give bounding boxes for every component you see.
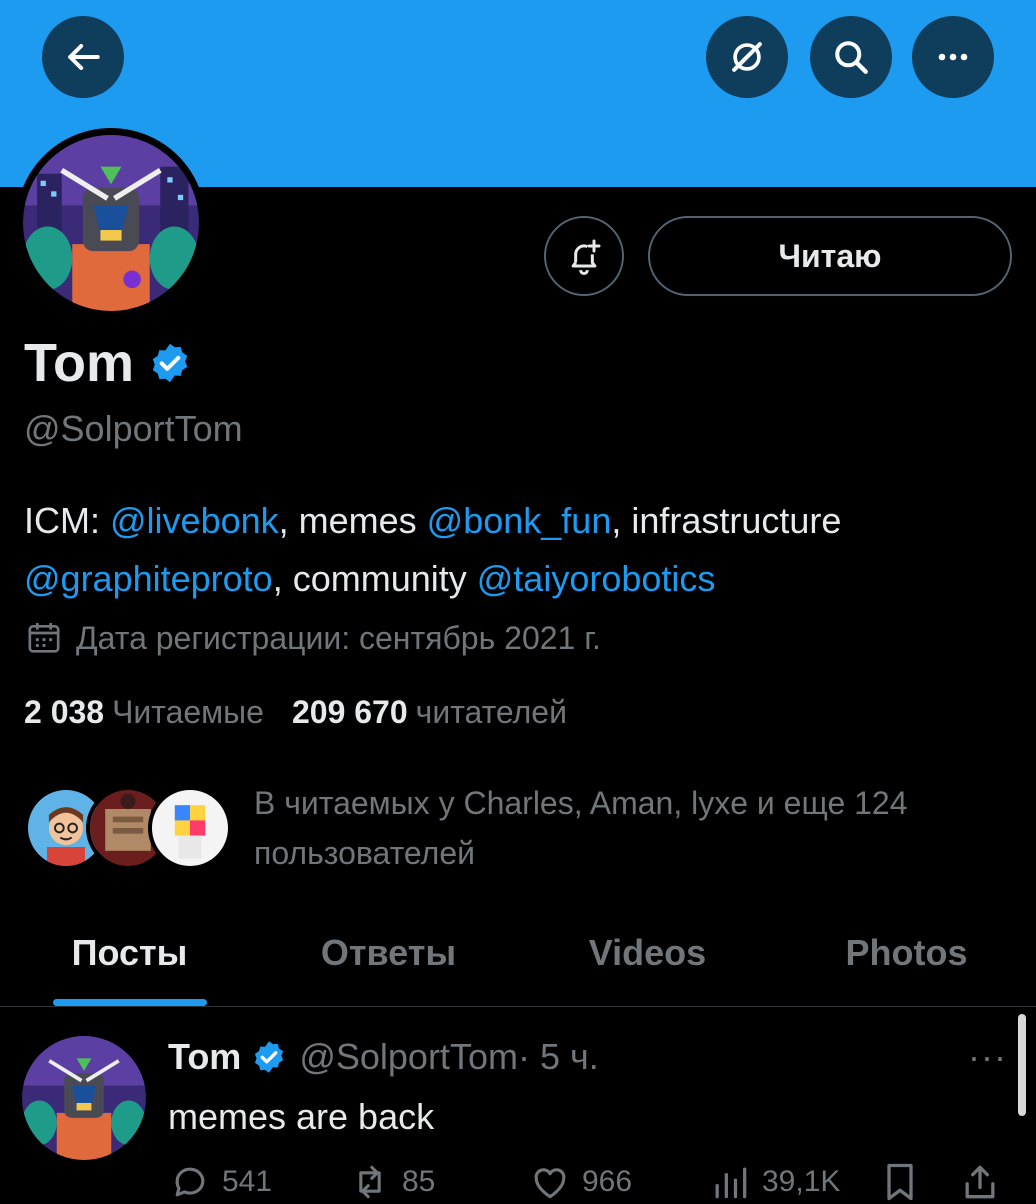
tab-replies[interactable]: Ответы <box>259 900 518 1006</box>
followers-link[interactable]: 209 670 читателей <box>292 694 567 731</box>
verified-badge-icon <box>255 1041 284 1073</box>
profile-handle: @SolportTom <box>24 408 243 449</box>
profile-tabs: Посты Ответы Videos Photos <box>0 900 1036 1007</box>
profile-bio: ICM: @livebonk, memes @bonk_fun, infrast… <box>24 492 1024 608</box>
reply-icon <box>175 1167 205 1197</box>
notifications-bell-button[interactable] <box>544 216 624 296</box>
puzzle-head-avatar <box>152 790 228 866</box>
like-button[interactable]: 966 <box>528 1160 708 1204</box>
robot-avatar-image <box>23 135 199 311</box>
bell-plus-icon <box>571 239 601 275</box>
join-date-text: Дата регистрации: сентябрь 2021 г. <box>76 619 601 656</box>
profile-name: Tom <box>24 333 134 393</box>
repost-icon <box>359 1165 381 1199</box>
known-followers-text: В читаемых у Charles, Aman, lyxe и еще 1… <box>254 785 908 871</box>
more-icon <box>938 53 968 61</box>
repost-button[interactable]: 85 <box>348 1160 528 1204</box>
like-count: 966 <box>582 1165 633 1198</box>
post-avatar[interactable] <box>22 1036 146 1160</box>
following-label: Читаемые <box>112 694 264 730</box>
more-button[interactable] <box>912 16 994 98</box>
followers-count: 209 670 <box>291 694 408 730</box>
repost-count: 85 <box>402 1165 436 1198</box>
verified-badge-icon[interactable] <box>148 341 192 385</box>
reply-count: 541 <box>222 1165 273 1198</box>
tab-label: Videos <box>588 932 707 973</box>
calendar-icon <box>28 623 60 653</box>
follow-stats: 2 038 Читаемые 209 670 читателей <box>24 694 595 731</box>
tab-label: Photos <box>845 932 968 973</box>
post-text: memes are back <box>168 1096 435 1137</box>
followers-label: читателей <box>415 694 567 730</box>
bio-link-graphiteproto[interactable]: @graphiteproto <box>24 558 273 599</box>
share-icon <box>965 1165 995 1199</box>
join-date: Дата регистрации: сентябрь 2021 г. <box>24 618 601 658</box>
grok-icon <box>732 42 762 72</box>
bio-text: , community <box>272 558 477 599</box>
back-button[interactable] <box>42 16 124 98</box>
bio-text: ICM: <box>24 500 110 541</box>
avatar <box>148 786 232 870</box>
view-count: 39,1K <box>762 1165 841 1198</box>
post-author-name[interactable]: Tom <box>168 1036 241 1078</box>
post-header: Tom @SolportTom · 5 ч. <box>168 1036 599 1078</box>
views-button[interactable]: 39,1K <box>708 1160 878 1204</box>
post-timestamp[interactable]: · 5 ч. <box>518 1036 599 1078</box>
post-more-button[interactable]: ··· <box>968 1036 1007 1078</box>
post-author-handle[interactable]: @SolportTom <box>299 1036 518 1078</box>
tab-photos[interactable]: Photos <box>777 900 1036 1006</box>
profile-avatar[interactable] <box>16 128 206 318</box>
tab-posts[interactable]: Посты <box>0 900 259 1006</box>
known-followers[interactable]: В читаемых у Charles, Aman, lyxe и еще 1… <box>24 778 1014 878</box>
bio-text: , memes <box>278 500 427 541</box>
bookmark-button[interactable] <box>878 1160 958 1204</box>
search-icon <box>835 41 868 74</box>
views-icon <box>715 1167 747 1199</box>
arrow-left-icon <box>68 43 100 71</box>
bio-link-taiyorobotics[interactable]: @taiyorobotics <box>477 558 716 599</box>
reply-button[interactable]: 541 <box>168 1160 348 1204</box>
tab-label: Посты <box>71 932 188 973</box>
bio-text: , infrastructure <box>611 500 842 541</box>
tab-videos[interactable]: Videos <box>518 900 777 1006</box>
grok-button[interactable] <box>706 16 788 98</box>
active-tab-indicator <box>52 999 207 1006</box>
profile-name-row: Tom <box>24 332 192 394</box>
following-button[interactable]: Читаю <box>648 216 1012 296</box>
share-button[interactable] <box>958 1160 1012 1204</box>
bio-link-bonk-fun[interactable]: @bonk_fun <box>427 500 612 541</box>
scrollbar[interactable] <box>1018 1014 1026 1116</box>
known-followers-avatars <box>24 780 234 876</box>
following-count: 2 038 <box>24 694 105 730</box>
following-link[interactable]: 2 038 Читаемые <box>24 694 264 731</box>
bookmark-icon <box>887 1163 913 1201</box>
post-item[interactable]: Tom @SolportTom · 5 ч. ··· memes are bac… <box>0 1008 1036 1201</box>
robot-avatar-image <box>22 1036 146 1160</box>
post-actions: 541 85 966 39,1K <box>168 1160 1018 1204</box>
heart-icon <box>534 1168 566 1199</box>
tab-label: Ответы <box>320 932 457 973</box>
search-button[interactable] <box>810 16 892 98</box>
bio-link-livebonk[interactable]: @livebonk <box>110 500 279 541</box>
